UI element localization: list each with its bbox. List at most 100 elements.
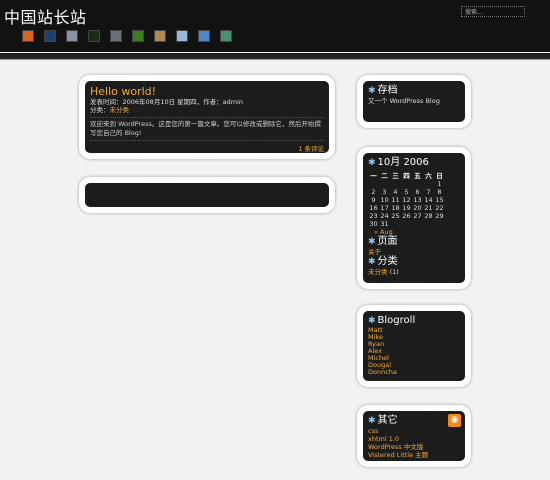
star-icon: ✱: [368, 257, 376, 267]
calendar-day: 6: [415, 188, 420, 196]
calendar-day: 15: [435, 196, 444, 204]
calendar-day: [390, 180, 401, 188]
archives-title: ✱ 存档: [368, 85, 460, 97]
calendar-day: 25: [391, 212, 400, 220]
calendar-day: 24: [380, 212, 389, 220]
calendar-day: 1: [437, 180, 442, 188]
calendar-day: 7: [426, 188, 431, 196]
calendar-day: 28: [424, 212, 433, 220]
post-body: 欢迎来到 WordPress。这是您的第一篇文章。您可以修改或删除它，然后开始撰…: [90, 117, 324, 138]
calendar-day: [390, 220, 401, 228]
star-icon: ✱: [368, 416, 376, 426]
post-date-author: 发表时间：2006年08月10日 星期四，作者：admin: [90, 98, 244, 106]
calendar-day: [423, 180, 434, 188]
calendar-week: 23 24 25 26 27 28 29: [368, 212, 445, 220]
navigation-bar: [85, 183, 329, 207]
other-link[interactable]: WordPress 中文版: [368, 443, 460, 451]
other-link[interactable]: xhtml 1.0: [368, 435, 460, 443]
calendar-weekday: 一: [370, 172, 377, 180]
theme-swatch-dark-green[interactable]: [88, 30, 100, 42]
post-meta: 发表时间：2006年08月10日 星期四，作者：admin 分类：未分类: [90, 98, 324, 114]
calendar-week: 2345678: [368, 188, 445, 196]
other-link[interactable]: Vistered Little 主题: [368, 451, 460, 459]
calendar-day: [379, 180, 390, 188]
calendar-day: 27: [413, 212, 422, 220]
calendar-weekday: 六: [425, 172, 432, 180]
rss-icon[interactable]: ◉: [448, 414, 461, 427]
calendar-day: 20: [413, 204, 422, 212]
star-icon: ✱: [368, 158, 376, 168]
calendar-day: [401, 220, 412, 228]
theme-swatch-orange[interactable]: [22, 30, 34, 42]
calendar-day: 12: [402, 196, 411, 204]
header-stripe: [0, 53, 550, 60]
post-category-line: 分类：未分类: [90, 106, 324, 114]
star-icon: ✱: [368, 237, 376, 247]
calendar-day: [434, 220, 445, 228]
calendar-day: [412, 220, 423, 228]
site-title[interactable]: 中国站长站: [4, 4, 87, 28]
calendar-table: 一二三四五六日 1 2 3 4 5 6 7 8 9 10 11 12 13 14 15 16 17 18 19 20 2…: [368, 170, 445, 228]
post: Hello world! 发表时间：2006年08月10日 星期四，作者：adm…: [85, 81, 329, 153]
theme-swatch-sky[interactable]: [176, 30, 188, 42]
calendar-week: 1: [368, 180, 445, 188]
theme-swatch-tan[interactable]: [154, 30, 166, 42]
theme-swatch-gray[interactable]: [66, 30, 78, 42]
categories-title: ✱ 分类: [368, 256, 460, 268]
categories-count: (1): [389, 268, 399, 276]
calendar-widget: ✱ 10月 2006 一二三四五六日 1 2 3 4 5 6 7 8 9 10 11 12 13 14 15 1…: [357, 147, 471, 289]
calendar-day: 29: [435, 212, 444, 220]
calendar-heading: 10月 2006: [377, 157, 429, 168]
calendar-day: 14: [424, 196, 433, 204]
theme-swatch-lime-stripe[interactable]: [132, 30, 144, 42]
post-title[interactable]: Hello world!: [90, 85, 324, 98]
calendar-day: [368, 180, 379, 188]
calendar-weekday: 日: [436, 172, 443, 180]
calendar-day: [401, 180, 412, 188]
calendar-day: 3: [382, 188, 387, 196]
calendar-weekday: 二: [381, 172, 388, 180]
calendar-weekday: 五: [414, 172, 421, 180]
other-link[interactable]: css: [368, 427, 460, 435]
pages-title: ✱ 页面: [368, 236, 460, 248]
navigation-panel: [79, 177, 335, 213]
other-heading: 其它: [377, 415, 398, 426]
blogroll-link[interactable]: Donncha: [368, 369, 460, 376]
archives-text: 又一个 WordPress Blog: [368, 97, 440, 105]
archives-widget: ✱ 存档 又一个 WordPress Blog: [357, 75, 471, 128]
calendar-day: 16: [369, 204, 378, 212]
other-title: ✱ 其它: [368, 415, 460, 427]
calendar-day: 30: [369, 220, 378, 228]
comments-link[interactable]: 1 条评论: [90, 140, 324, 153]
calendar-prev-link[interactable]: « Aug: [368, 228, 460, 236]
category-link[interactable]: 未分类: [110, 106, 130, 114]
calendar-day: 23: [369, 212, 378, 220]
theme-swatch-blue[interactable]: [198, 30, 210, 42]
calendar-day: 10: [380, 196, 389, 204]
theme-swatch-teal[interactable]: [220, 30, 232, 42]
category-label: 分类：: [90, 106, 110, 114]
calendar-day: 19: [402, 204, 411, 212]
calendar-week: 9 10 11 12 13 14 15: [368, 196, 445, 204]
calendar-week: 16 17 18 19 20 21 22: [368, 204, 445, 212]
categories-link[interactable]: 未分类: [368, 268, 388, 276]
search-input[interactable]: [461, 6, 525, 17]
other-list: css xhtml 1.0 WordPress 中文版 Vistered Little…: [368, 427, 460, 459]
blogroll-heading: Blogroll: [377, 315, 416, 326]
calendar-week: 30 31: [368, 220, 445, 228]
archives-heading: 存档: [377, 85, 398, 96]
star-icon: ✱: [368, 86, 376, 96]
theme-swatch-navy[interactable]: [44, 30, 56, 42]
calendar-weekday: 三: [392, 172, 399, 180]
calendar-day: 26: [402, 212, 411, 220]
calendar-day: [412, 180, 423, 188]
calendar-day: 11: [391, 196, 400, 204]
calendar-day: [423, 220, 434, 228]
blogroll-list: Matt Mike Ryan Alex Michel Dougal Donncha: [368, 327, 460, 376]
calendar-day: 4: [393, 188, 398, 196]
calendar-day: 9: [371, 196, 376, 204]
pages-item-about[interactable]: 关于: [368, 248, 460, 256]
categories-item: 未分类 (1): [368, 268, 460, 276]
blogroll-widget: ✱ Blogroll Matt Mike Ryan Alex Michel Dougal Do…: [357, 305, 471, 387]
theme-swatch-slate[interactable]: [110, 30, 122, 42]
